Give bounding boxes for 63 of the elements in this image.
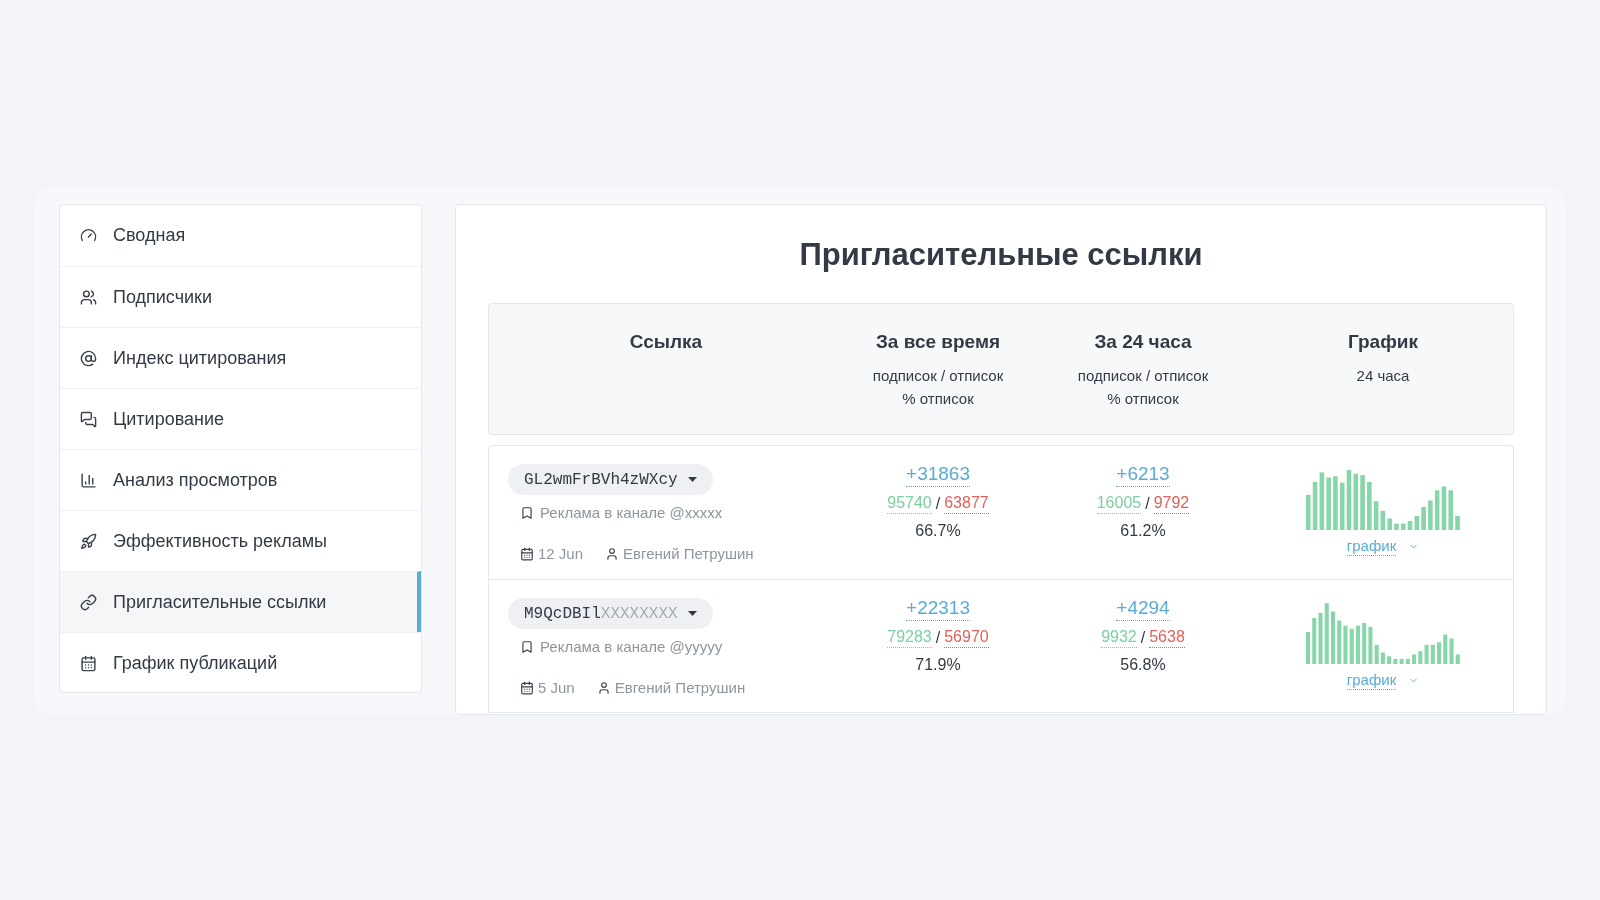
unsubscriptions-count[interactable]: 9792: [1153, 493, 1190, 514]
unsubscriptions-count[interactable]: 56970: [944, 627, 989, 648]
author-label: Евгений Петрушин: [623, 543, 754, 564]
separator-slash: /: [1140, 627, 1146, 648]
net-subscribers[interactable]: +22313: [906, 596, 970, 621]
sidebar-item[interactable]: Сводная: [60, 205, 421, 266]
at-sign-icon: [80, 349, 97, 367]
column-subheader: подписок / отписок: [872, 366, 1004, 386]
sidebar-item[interactable]: Подписчики: [60, 266, 421, 327]
date-label: 12 Jun: [538, 543, 584, 564]
unsubscribe-percent: 61.2%: [1120, 521, 1166, 541]
column-header: Ссылка: [629, 330, 703, 354]
date-label: 5 Jun: [538, 677, 575, 698]
user-icon: [596, 680, 611, 695]
subscriptions-count[interactable]: 95740: [887, 493, 932, 514]
sidebar-item[interactable]: Анализ просмотров: [60, 449, 421, 510]
gauge-icon: [80, 227, 97, 244]
subscriptions-count[interactable]: 79283: [887, 627, 932, 648]
bar-chart-icon: [80, 471, 97, 489]
link-icon: [80, 593, 97, 611]
invite-link-dropdown[interactable]: M9QcDBIlXXXXXXXX: [508, 598, 713, 629]
users-icon: [80, 288, 97, 306]
column-subheader: подписок / отписок: [1077, 366, 1209, 386]
caret-icon: [687, 611, 697, 616]
channel-label: Реклама в канале @yyyyy: [540, 637, 723, 657]
net-subscribers[interactable]: +31863: [906, 462, 970, 487]
sidebar-item[interactable]: Пригласительные ссылки: [60, 571, 421, 632]
calendar-icon: [520, 680, 534, 695]
column-header: За все время: [875, 330, 1001, 354]
user-icon: [605, 546, 620, 561]
channel-label: Реклама в канале @xxxxx: [540, 503, 723, 523]
sidebar-item[interactable]: Цитирование: [60, 388, 421, 449]
column-header: За 24 часа: [1094, 330, 1192, 354]
calendar-icon: [520, 546, 534, 561]
separator-slash: /: [935, 493, 941, 514]
subscriptions-count[interactable]: 9932: [1101, 627, 1137, 648]
net-subscribers[interactable]: +4294: [1116, 596, 1170, 621]
net-subscribers[interactable]: +6213: [1116, 462, 1170, 487]
unsubscriptions-count[interactable]: 63877: [944, 493, 989, 514]
bookmark-icon: [520, 506, 534, 521]
column-subheader: % отписок: [1107, 389, 1179, 409]
column-subheader: 24 часа: [1356, 366, 1410, 386]
author-label: Евгений Петрушин: [614, 677, 746, 698]
calendar-icon: [80, 654, 97, 672]
column-header: График: [1347, 330, 1418, 354]
caret-icon: [687, 477, 697, 482]
unsubscribe-percent: 71.9%: [915, 655, 961, 675]
chart-link[interactable]: график: [1346, 670, 1397, 690]
separator-slash: /: [1145, 493, 1150, 514]
rocket-icon: [80, 532, 97, 550]
unsubscribe-percent: 66.7%: [915, 521, 961, 541]
page-title: Пригласительные ссылки: [798, 236, 1204, 274]
sidebar-item[interactable]: Индекс цитирования: [60, 327, 421, 388]
column-subheader: % отписок: [902, 389, 974, 409]
chat-icon: [80, 410, 97, 428]
sidebar-item[interactable]: График публикаций: [60, 632, 421, 692]
invite-link-dropdown[interactable]: GL2wmFrBVh4zWXcy: [508, 464, 713, 495]
separator-slash: /: [935, 627, 941, 648]
unsubscribe-percent: 56.8%: [1120, 655, 1166, 675]
chart-link[interactable]: график: [1346, 536, 1397, 556]
unsubscriptions-count[interactable]: 5638: [1149, 627, 1185, 648]
subscriptions-count[interactable]: 16005: [1096, 493, 1142, 514]
bookmark-icon: [520, 640, 534, 655]
